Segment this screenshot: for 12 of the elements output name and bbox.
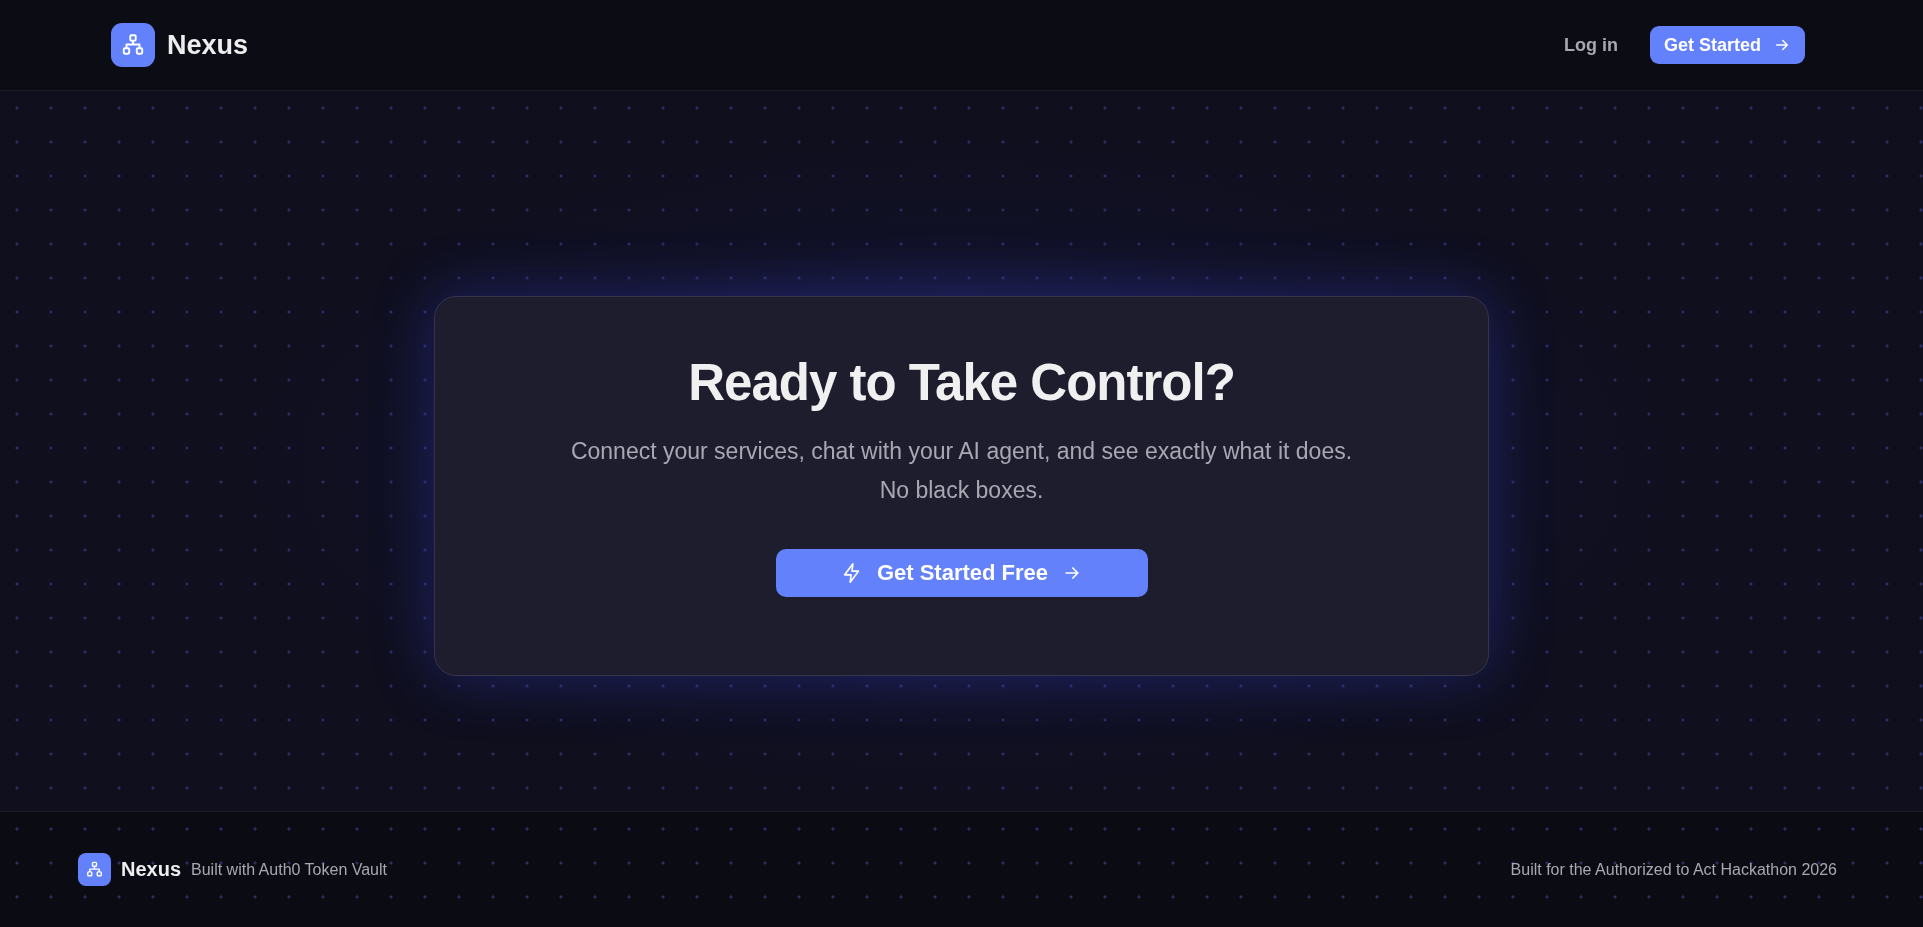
hierarchy-icon (85, 860, 104, 879)
credit-text: Built for the Authorized to Act Hackathon 2026 (1510, 860, 1837, 879)
brand-name: Nexus (167, 29, 249, 61)
cta-title: Ready to Take Control? (688, 353, 1235, 412)
login-link[interactable]: Log in (1564, 34, 1618, 56)
get-started-free-button[interactable]: Get Started Free (775, 549, 1148, 597)
get-started-button[interactable]: Get Started (1649, 26, 1805, 64)
cta-description: Connect your services, chat with your AI agent, and see exactly what it does. (570, 437, 1353, 466)
tagline: Built with Auth0 Token Vault (191, 860, 387, 879)
cta-description: No black boxes. (879, 476, 1044, 505)
brand-name: Nexus (121, 858, 182, 881)
hierarchy-icon (120, 32, 146, 58)
